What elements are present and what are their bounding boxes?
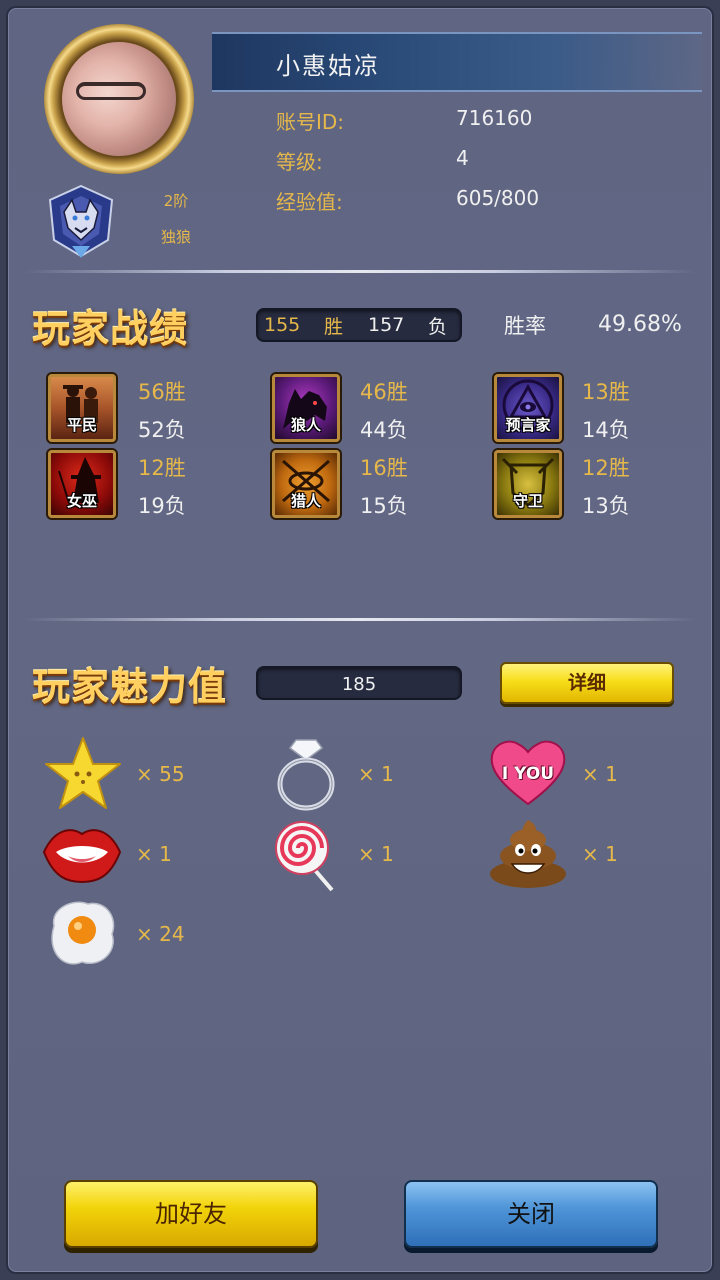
seer-icon: 预言家 [494, 374, 562, 442]
gift-count: × 1 [582, 762, 618, 786]
account-id-value: 716160 [456, 106, 533, 130]
account-id-label: 账号ID: [276, 110, 345, 134]
witch-icon: 女巫 [48, 450, 116, 518]
win-rate-value: 49.68% [598, 312, 682, 337]
player-name: 小惠姑凉 [276, 52, 380, 80]
hunter-icon: 猎人 [272, 450, 340, 518]
role-losses: 13负 [582, 494, 630, 518]
role-losses: 14负 [582, 418, 630, 442]
charm-value: 185 [341, 674, 377, 695]
close-button[interactable]: 关闭 [404, 1180, 658, 1248]
charm-title: 玩家魅力值 [32, 665, 228, 709]
role-name: 预言家 [505, 416, 551, 434]
poop-icon [486, 816, 570, 890]
role-losses: 19负 [138, 494, 186, 518]
add-friend-button[interactable]: 加好友 [64, 1180, 318, 1248]
lollipop-icon [272, 818, 338, 894]
role-name: 平民 [66, 416, 97, 434]
total-losses: 157 [368, 314, 405, 336]
role-losses: 15负 [360, 494, 408, 518]
gift-count: × 24 [136, 922, 185, 946]
heart-text: I YOU [501, 764, 555, 784]
rank-tier: 2阶 [163, 192, 189, 210]
loss-label: 负 [428, 316, 448, 338]
role-name: 女巫 [66, 492, 97, 510]
star-icon [42, 734, 124, 814]
werewolf-icon: 狼人 [272, 374, 340, 442]
gift-count: × 1 [582, 842, 618, 866]
exp-value: 605/800 [456, 186, 540, 210]
role-losses: 44负 [360, 418, 408, 442]
gift-count: × 1 [136, 842, 172, 866]
gift-count: × 55 [136, 762, 185, 786]
role-wins: 12胜 [582, 456, 630, 480]
lips-icon [40, 820, 124, 886]
role-wins: 13胜 [582, 380, 630, 404]
wolf-rank-badge-icon [42, 182, 120, 260]
role-name: 守卫 [512, 492, 543, 510]
role-wins: 46胜 [360, 380, 408, 404]
win-label: 胜 [324, 316, 344, 338]
fried-egg-icon [44, 896, 120, 972]
guard-icon: 守卫 [494, 450, 562, 518]
role-losses: 52负 [138, 418, 186, 442]
level-label: 等级: [276, 150, 323, 174]
gift-count: × 1 [358, 842, 394, 866]
detail-button[interactable]: 详细 [500, 662, 674, 704]
civilian-icon: 平民 [48, 374, 116, 442]
i-love-you-heart-icon: I YOU [488, 738, 568, 808]
role-name: 狼人 [290, 416, 321, 434]
win-rate-label: 胜率 [504, 314, 546, 338]
avatar-glasses-detail [76, 82, 146, 100]
role-name: 猎人 [290, 492, 321, 510]
gift-count: × 1 [358, 762, 394, 786]
role-wins: 16胜 [360, 456, 408, 480]
divider [24, 618, 696, 621]
level-value: 4 [456, 146, 469, 170]
role-wins: 12胜 [138, 456, 186, 480]
role-wins: 56胜 [138, 380, 186, 404]
divider [24, 270, 696, 273]
total-wins: 155 [264, 314, 301, 336]
rank-title: 独狼 [160, 228, 191, 246]
record-title: 玩家战绩 [32, 307, 189, 351]
diamond-ring-icon [270, 734, 342, 814]
avatar[interactable] [62, 42, 176, 156]
exp-label: 经验值: [276, 190, 343, 214]
